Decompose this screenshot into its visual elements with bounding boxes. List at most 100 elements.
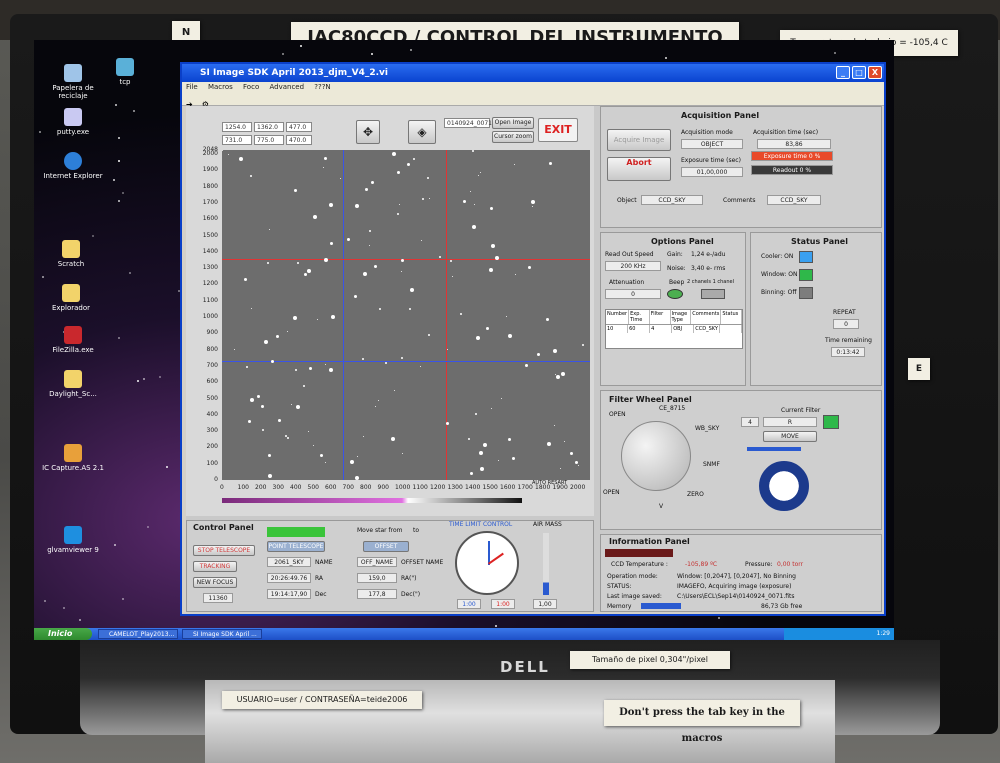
- star: [309, 366, 313, 370]
- star: [428, 333, 431, 336]
- abort-button[interactable]: Abort: [607, 157, 671, 181]
- status-panel-title: Status Panel: [791, 237, 848, 246]
- star: [490, 244, 495, 249]
- desktop-icon-ie[interactable]: Internet Explorer: [38, 152, 108, 180]
- gain-value: 1,24 e-/adu: [691, 251, 726, 258]
- file-name-field[interactable]: 0140924_0071: [444, 118, 492, 128]
- roi-field-2[interactable]: 1362.0: [254, 122, 284, 132]
- desktop-icon-putty[interactable]: putty.exe: [38, 108, 108, 136]
- stop-telescope-button[interactable]: STOP TELESCOPE: [193, 545, 255, 556]
- comments-field[interactable]: CCD_SKY: [767, 195, 821, 205]
- pan-tool-icon[interactable]: ◈: [408, 120, 436, 144]
- menu-file[interactable]: File: [186, 83, 198, 91]
- offset-button[interactable]: OFFSET: [363, 541, 409, 552]
- open-image-button[interactable]: Open Image ...: [492, 117, 534, 136]
- cursor-blue-horizontal[interactable]: [222, 361, 590, 363]
- close-button[interactable]: X: [868, 66, 882, 79]
- star: [467, 438, 470, 441]
- roi-field-3[interactable]: 477.0: [286, 122, 312, 132]
- filezilla-icon: [64, 326, 82, 344]
- star: [494, 255, 499, 260]
- star: [286, 331, 288, 333]
- target-name-field[interactable]: 2061_SKY: [267, 557, 311, 567]
- acquisition-mode-value[interactable]: OBJECT: [681, 139, 743, 149]
- desktop-icon-scratch[interactable]: Scratch: [36, 240, 106, 268]
- ccd-image[interactable]: [222, 150, 590, 480]
- desktop-icon-tcp[interactable]: tcp: [90, 58, 160, 86]
- y-tick-label: 1700: [202, 198, 218, 206]
- cursor-blue-vertical[interactable]: [343, 150, 345, 480]
- menu-foco[interactable]: Foco: [243, 83, 259, 91]
- zoom-tool-icon[interactable]: ✥: [356, 120, 380, 144]
- point-telescope-button[interactable]: POINT TELESCOPE: [267, 541, 325, 552]
- star: [113, 543, 116, 546]
- channels-switch[interactable]: [701, 289, 725, 299]
- star: [297, 262, 300, 265]
- exposure-time-label: Exposure time (sec): [681, 157, 741, 164]
- time-limit-control-label[interactable]: TIME LIMIT CONTROL: [449, 521, 512, 528]
- star: [118, 199, 121, 202]
- target-ra-label: RA: [315, 575, 324, 582]
- star: [329, 367, 334, 372]
- star: [290, 404, 292, 406]
- star: [355, 203, 360, 208]
- new-focus-button[interactable]: NEW FOCUS: [193, 577, 237, 588]
- readout-speed-select[interactable]: 200 KHz: [605, 261, 661, 271]
- star: [137, 379, 140, 382]
- desktop-icon-filezilla[interactable]: FileZilla.exe: [38, 326, 108, 354]
- star: [374, 264, 378, 268]
- taskbar-item[interactable]: CAMELOT_Play2013...: [98, 629, 178, 639]
- cursor-red-vertical[interactable]: [446, 150, 448, 480]
- star: [292, 315, 297, 320]
- target-dec-field[interactable]: 19:14:17,90: [267, 589, 311, 599]
- cursor-zoom-button[interactable]: Cursor zoom: [492, 131, 534, 143]
- filter-wheel-dial[interactable]: [621, 421, 691, 491]
- menu-macros[interactable]: Macros: [208, 83, 233, 91]
- roi-field-5[interactable]: 775.0: [254, 135, 284, 145]
- x-tick-label: 600: [325, 484, 337, 491]
- offset-ra-field[interactable]: 159,0: [357, 573, 397, 583]
- attenuation-select[interactable]: 0: [605, 289, 661, 299]
- star: [117, 136, 120, 139]
- roi-field-1[interactable]: 1254.0: [222, 122, 252, 132]
- maximize-button[interactable]: □: [852, 66, 866, 79]
- beep-toggle[interactable]: [667, 289, 683, 299]
- menu-advanced[interactable]: Advanced: [269, 83, 304, 91]
- star: [246, 365, 249, 368]
- focus-value[interactable]: 11360: [203, 593, 233, 603]
- queue-cell: [720, 325, 742, 333]
- auto-restart-label: AUTO RESART: [532, 480, 568, 486]
- filter-move-button[interactable]: MOVE: [763, 431, 817, 442]
- minimize-button[interactable]: _: [836, 66, 850, 79]
- tracking-button[interactable]: TRACKING: [193, 561, 237, 572]
- repeat-field[interactable]: 0: [833, 319, 859, 329]
- exit-button[interactable]: EXIT: [538, 118, 578, 142]
- roi-field-4[interactable]: 731.0: [222, 135, 252, 145]
- star: [248, 419, 252, 423]
- desktop-icon-label: Internet Explorer: [43, 172, 103, 180]
- roi-field-6[interactable]: 470.0: [286, 135, 312, 145]
- desktop-icon-explorer[interactable]: Explorador: [36, 284, 106, 312]
- intensity-scale-bar[interactable]: [222, 498, 522, 503]
- star: [369, 229, 372, 232]
- desktop-icon-daylight[interactable]: Daylight_Sc...: [38, 370, 108, 398]
- start-button[interactable]: Inicio: [34, 628, 92, 640]
- cursor-red-horizontal[interactable]: [222, 258, 590, 260]
- target-ra-field[interactable]: 20:26:49.76: [267, 573, 311, 583]
- desktop-icon-teamviewer[interactable]: glvamviewer 9: [38, 526, 108, 554]
- acquire-image-button[interactable]: Acquire Image: [607, 129, 671, 151]
- taskbar-item[interactable]: SI Image SDK April ...: [182, 629, 262, 639]
- y-tick-label: 1500: [202, 231, 218, 239]
- offset-dec-field[interactable]: 177,8: [357, 589, 397, 599]
- window-titlebar[interactable]: SI Image SDK April 2013_djm_V4_2.vi _ □ …: [182, 64, 884, 82]
- star: [575, 460, 578, 464]
- desktop-icon-ic-capture[interactable]: IC Capture.AS 2.1: [38, 444, 108, 472]
- internet-explorer-icon: [64, 152, 82, 170]
- object-field[interactable]: CCD_SKY: [641, 195, 703, 205]
- star: [363, 436, 365, 438]
- table-row[interactable]: 10 60 4 OBJ CCD_SKY: [606, 325, 742, 333]
- menu-extra[interactable]: ???N: [314, 83, 330, 91]
- offset-name-field[interactable]: OFF_NAME: [357, 557, 397, 567]
- exposure-time-value[interactable]: 01,00,000: [681, 167, 743, 177]
- network-icon: [116, 58, 134, 76]
